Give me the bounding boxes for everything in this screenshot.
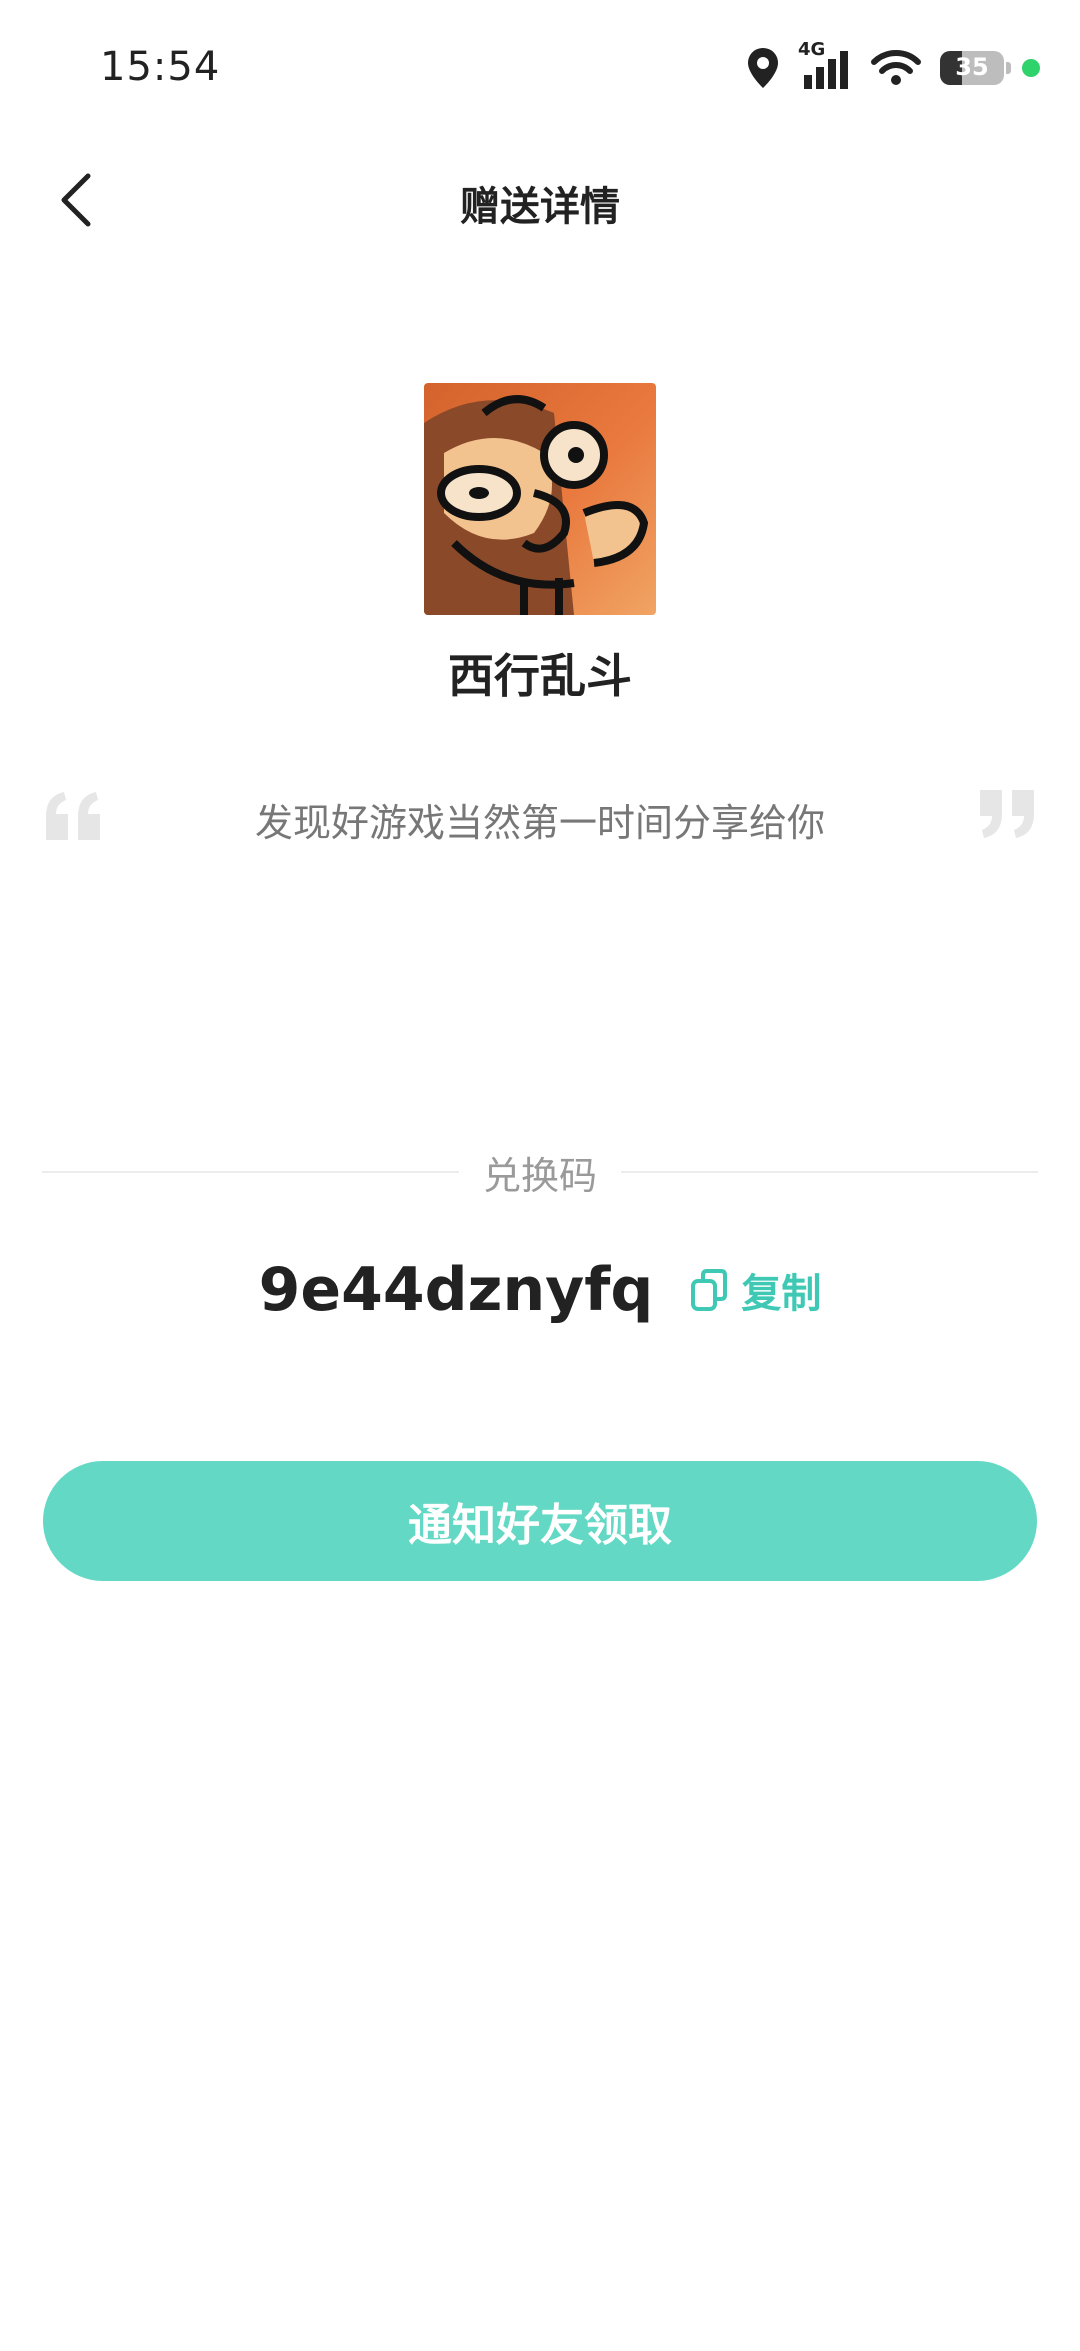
battery-level: 35 xyxy=(955,53,989,81)
status-icons: 4G 35 xyxy=(746,39,1040,96)
status-time: 15:54 xyxy=(100,44,221,90)
page-title: 赠送详情 xyxy=(460,184,620,230)
wifi-icon xyxy=(871,50,921,85)
divider-line-left xyxy=(42,1171,459,1173)
status-bar: 15:54 4G 35 xyxy=(0,0,1080,140)
copy-icon xyxy=(691,1269,728,1311)
redeem-code-value[interactable]: 9e44dznyfq xyxy=(259,1255,654,1325)
redeem-code-row: 9e44dznyfq 复制 xyxy=(0,1245,1080,1335)
indicator-dot xyxy=(1022,59,1040,77)
quote-close-icon xyxy=(980,790,1034,838)
gift-message: 发现好游戏当然第一时间分享给你 xyxy=(254,801,825,845)
nav-bar: 赠送详情 xyxy=(0,140,1080,260)
location-icon xyxy=(748,48,778,88)
copy-button[interactable]: 复制 xyxy=(689,1261,821,1319)
redeem-code-label: 兑换码 xyxy=(483,1153,598,1198)
copy-label: 复制 xyxy=(741,1271,822,1317)
battery-icon: 35 xyxy=(940,51,1011,85)
divider-line-right xyxy=(621,1171,1039,1173)
quote-open-icon xyxy=(46,792,100,840)
notify-friend-button[interactable]: 通知好友领取 xyxy=(43,1461,1037,1581)
redeem-code-divider: 兑换码 xyxy=(42,1142,1039,1202)
game-name: 西行乱斗 xyxy=(448,649,632,703)
signal-icon: 4G xyxy=(798,39,852,91)
game-icon-image xyxy=(424,383,656,615)
